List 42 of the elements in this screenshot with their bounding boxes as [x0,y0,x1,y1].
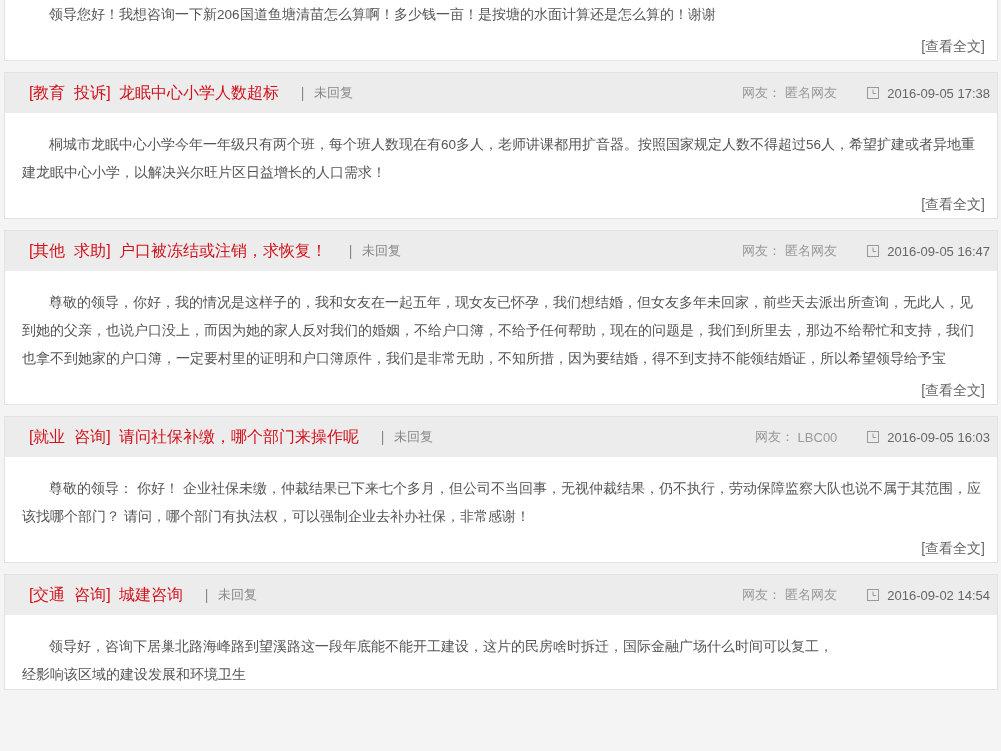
user-name: LBC00 [797,429,838,445]
separator: | [380,429,385,445]
post-title[interactable]: 户口被冻结或注销，求恢复！ [118,240,327,262]
post-content: 桐城市龙眠中心小学今年一年级只有两个班，每个班人数现在有60多人，老师讲课都用扩音器。按照国家规定人数不得超过56人，希望扩建或者异地重建龙眠中心小学，以解决兴尔旺片区日益增长的人口需求！ [22,136,977,182]
user-label: 网友： [742,242,782,260]
clock-icon [867,87,880,99]
post-content: 经影响该区域的建设发展和环境卫生 [22,666,247,684]
clock-icon [867,589,880,601]
user-name: 匿名网友 [785,84,838,102]
reply-status: 未回复 [314,84,354,102]
separator: | [204,587,209,603]
post-date: 2016-09-05 16:47 [887,243,990,259]
read-more-link[interactable]: [查看全文] [921,382,985,398]
user-name: 匿名网友 [785,242,838,260]
post-category: [就业 咨询] [29,426,111,447]
post-date: 2016-09-05 17:38 [887,85,990,101]
post-category: [教育 投诉] [29,82,111,103]
post-content: 领导好，咨询下居巢北路海峰路到望溪路这一段年底能不能开工建设，这片的民房啥时拆迁，国际金融广场什么时间可以复工， [48,638,834,656]
separator: | [300,85,305,101]
post-title[interactable]: 请问社保补缴，哪个部门来操作呢 [118,426,359,448]
post-content: 尊敬的领导： 你好！ 企业社保未缴，仲裁结果已下来七个多月，但公司不当回事，无视仲裁结果，仍不执行，劳动保障监察大队也说不属于其范围，应该找哪个部门？ 请问，哪个部门有执法权，可以强制企业去补办社保，非常感谢！ [22,480,982,526]
reply-status: 未回复 [362,242,402,260]
read-more-link[interactable]: [查看全文] [921,196,985,212]
post-category: [交通 咨询] [29,584,111,605]
post-title[interactable]: 龙眠中心小学人数超标 [118,82,279,104]
post-content: 尊敬的领导，你好，我的情况是这样子的，我和女友在一起五年，现女友已怀孕，我们想结婚，但女友多年未回家，前些天去派出所查询，无此人，见到她的父亲，也说户口没上，而因为她的家人反对我们的婚姻，不给户口簿，不给予任何帮助，现在的问题是，我们到所里去，那边不给帮忙和支持，我们也拿不到她家的户口簿，一定要村里的证明和户口簿原件，我们是非常无助，不知所措，因为要结婚，得不到支持不能领结婚证，所以希望领导给予宝 [22,294,975,368]
post-date: 2016-09-02 14:54 [887,587,990,603]
reply-status: 未回复 [218,586,258,604]
clock-icon [867,431,880,443]
user-label: 网友： [742,84,782,102]
user-label: 网友： [742,586,782,604]
user-name: 匿名网友 [785,586,838,604]
post-content: 领导您好！我想咨询一下新206国道鱼塘清苗怎么算啊！多少钱一亩！是按塘的水面计算还是怎么算的！谢谢 [48,6,717,24]
post-category: [其他 求助] [29,240,111,261]
user-label: 网友： [754,428,794,446]
clock-icon [867,245,880,257]
post-date: 2016-09-05 16:03 [887,429,990,445]
post-title[interactable]: 城建咨询 [118,584,183,606]
read-more-link[interactable]: [查看全文] [921,38,985,54]
reply-status: 未回复 [394,428,434,446]
separator: | [348,243,353,259]
read-more-link[interactable]: [查看全文] [921,540,985,556]
